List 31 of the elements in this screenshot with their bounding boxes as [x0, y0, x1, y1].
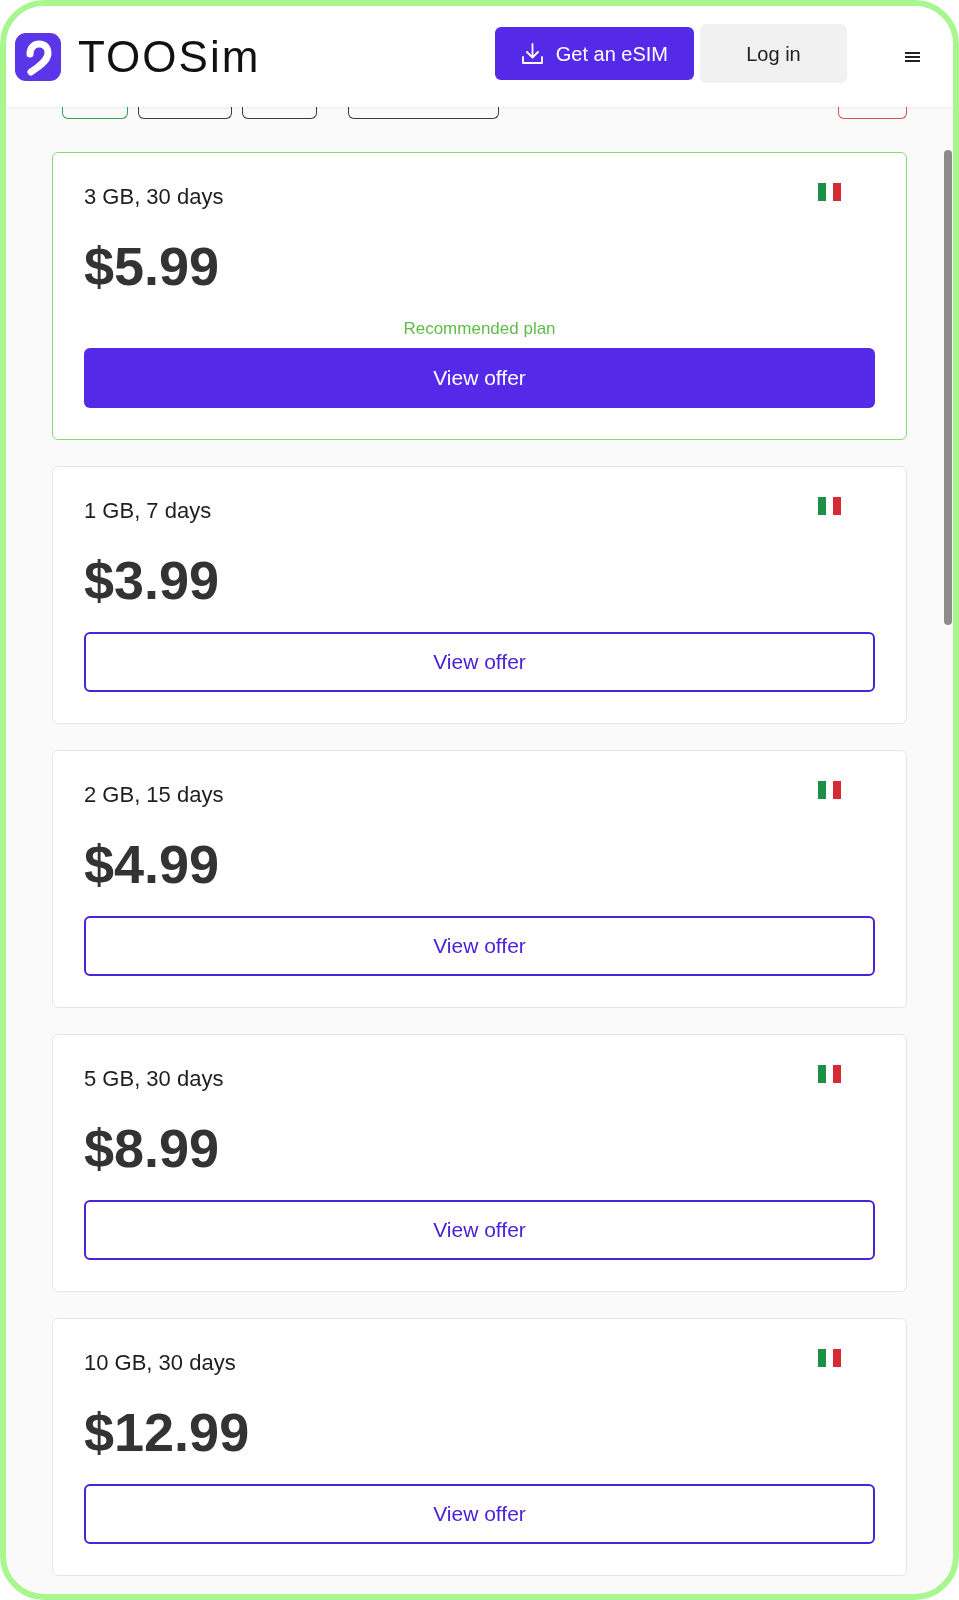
- view-offer-button[interactable]: View offer: [84, 916, 875, 976]
- plan-title: 5 GB, 30 days: [84, 1065, 224, 1093]
- price: $3.99: [84, 552, 220, 608]
- view-offer-button[interactable]: View offer: [84, 1484, 875, 1544]
- recommended-label: Recommended plan: [402, 318, 557, 340]
- flag-icon: [818, 497, 841, 515]
- plan-title: 2 GB, 15 days: [84, 781, 224, 809]
- price: $5.99: [84, 238, 220, 294]
- flag-icon: [818, 183, 841, 201]
- plan-title: 1 GB, 7 days: [84, 497, 212, 525]
- price: $4.99: [84, 836, 220, 892]
- logo-text[interactable]: TOOSim: [78, 34, 261, 79]
- flag-icon: [818, 1349, 841, 1367]
- price: $12.99: [84, 1404, 250, 1460]
- filter-chip[interactable]: [242, 107, 317, 119]
- logo-icon[interactable]: [15, 32, 61, 81]
- menu-icon[interactable]: [905, 51, 920, 62]
- download-icon: [520, 41, 544, 66]
- plan-title: 10 GB, 30 days: [84, 1349, 236, 1377]
- view-offer-button[interactable]: View offer: [84, 1200, 875, 1260]
- flag-icon: [818, 781, 841, 799]
- login-button[interactable]: Log in: [700, 24, 847, 83]
- filter-chip[interactable]: [138, 107, 232, 119]
- scrollbar[interactable]: [944, 150, 952, 625]
- price: $8.99: [84, 1120, 220, 1176]
- flag-icon: [818, 1065, 841, 1083]
- get-esim-button[interactable]: Get an eSIM: [494, 27, 694, 80]
- plan-title: 3 GB, 30 days: [84, 183, 224, 211]
- filter-chip[interactable]: [348, 107, 499, 119]
- view-offer-button[interactable]: View offer: [84, 348, 875, 408]
- view-offer-button[interactable]: View offer: [84, 632, 875, 692]
